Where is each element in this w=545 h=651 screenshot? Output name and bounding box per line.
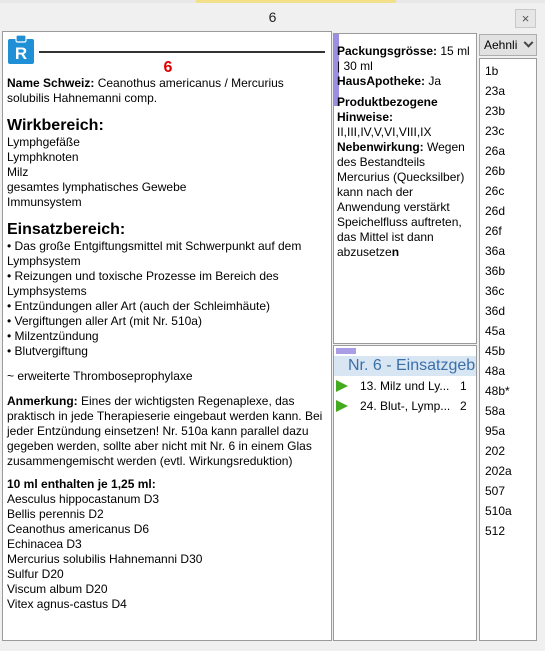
chevron-down-icon: [523, 37, 534, 48]
anmerkung: Anmerkung: Eines der wichtigsten Regenap…: [7, 394, 327, 469]
similar-item[interactable]: 510a: [485, 501, 512, 521]
product-content: Name Schweiz: Ceanothus americanus / Mer…: [7, 76, 327, 612]
similar-item[interactable]: 36c: [485, 281, 504, 301]
list-item-count: 2: [460, 399, 467, 413]
product-info-pane: Packungsgrösse: 15 ml | 30 ml HausApothek…: [333, 33, 477, 344]
einsatz-item: • Reizungen und toxische Prozesse im Ber…: [7, 269, 279, 298]
similar-item[interactable]: 45b: [485, 341, 505, 361]
contains-label: 10 ml enthalten je 1,25 ml:: [7, 477, 156, 491]
neben-value: Wegen des Bestandteils Mercurius (Quecks…: [337, 140, 465, 259]
ingredient-item: Mercurius solubilis Hahnemanni D30: [7, 552, 203, 566]
list-item-label: 13. Milz und Ly...: [360, 379, 450, 393]
wirkbereich-item: gesamtes lymphatisches Gewebe: [7, 180, 187, 194]
einsatz-item: • Das große Entgiftungsmittel mit Schwer…: [7, 239, 302, 268]
similar-item[interactable]: 23b: [485, 101, 505, 121]
haus-label: HausApotheke:: [337, 74, 426, 88]
hinweise-label: Produktbezogene Hinweise:: [337, 95, 438, 124]
product-detail-pane: R 6 Name Schweiz: Ceanothus americanus /…: [2, 31, 332, 641]
haus-value: Ja: [425, 74, 442, 88]
similar-item[interactable]: 1b: [485, 61, 498, 81]
similar-item[interactable]: 58a: [485, 401, 505, 421]
similar-item[interactable]: 202a: [485, 461, 512, 481]
similar-item[interactable]: 26f: [485, 221, 502, 241]
similar-item[interactable]: 45a: [485, 321, 505, 341]
similar-item[interactable]: 48b*: [485, 381, 510, 401]
usage-group-list: Nr. 6 - Einsatzgebiete 13. Milz und Ly..…: [333, 345, 477, 641]
einsatz-item: • Milzentzündung: [7, 329, 99, 343]
list-item[interactable]: 24. Blut-, Lymp... 2: [336, 397, 476, 415]
neben-tail: n: [391, 245, 400, 259]
ingredient-item: Viscum album D20: [7, 582, 108, 596]
einsatz-item: • Vergiftungen aller Art (mit Nr. 510a): [7, 314, 202, 328]
wirkbereich-item: Milz: [7, 165, 29, 179]
similar-item[interactable]: 26a: [485, 141, 505, 161]
similar-item[interactable]: 36d: [485, 301, 505, 321]
similar-products-list: 1b 23a 23b 23c 26a 26b 26c 26d 26f 36a 3…: [479, 58, 537, 641]
close-button[interactable]: ×: [515, 9, 536, 28]
similar-item[interactable]: 23c: [485, 121, 504, 141]
ingredient-item: Ceanothus americanus D6: [7, 522, 150, 536]
similar-dropdown-value: Aehnli: [484, 38, 518, 52]
hinweise-value: II,III,IV,V,VI,VIII,IX: [337, 125, 432, 139]
green-play-arrow-icon: [336, 380, 348, 392]
similar-item[interactable]: 507: [485, 481, 505, 501]
similar-item[interactable]: 48a: [485, 361, 505, 381]
bottom-strip: [0, 641, 545, 651]
name-label: Name Schweiz:: [7, 76, 95, 90]
name-line: Name Schweiz: Ceanothus americanus / Mer…: [7, 76, 327, 106]
ingredient-item: Vitex agnus-castus D4: [7, 597, 127, 611]
similar-item[interactable]: 512: [485, 521, 505, 541]
close-icon: ×: [521, 11, 530, 26]
thrombose-note: ~ erweiterte Thromboseprophylaxe: [7, 369, 193, 383]
einsatz-item: • Blutvergiftung: [7, 344, 88, 358]
hinweise: Produktbezogene Hinweise: II,III,IV,V,VI,…: [337, 95, 475, 260]
list-item-count: 1: [460, 379, 467, 393]
similar-item[interactable]: 36a: [485, 241, 505, 261]
ingredient-item: Echinacea D3: [7, 537, 82, 551]
similar-item[interactable]: 202: [485, 441, 505, 461]
wirkbereich-heading: Wirkbereich:: [7, 117, 104, 134]
product-number: 6: [163, 59, 173, 76]
similar-item[interactable]: 95a: [485, 421, 505, 441]
ingredient-item: Aesculus hippocastanum D3: [7, 492, 160, 506]
einsatz-item: • Entzündungen aller Art (auch der Schle…: [7, 299, 271, 313]
pack-size: Packungsgrösse: 15 ml | 30 ml HausApothek…: [337, 44, 475, 89]
similar-item[interactable]: 36b: [485, 261, 505, 281]
ingredient-item: Sulfur D20: [7, 567, 64, 581]
anmerkung-label: Anmerkung:: [7, 394, 78, 408]
list-item[interactable]: 13. Milz und Ly... 1: [336, 377, 476, 395]
group-header[interactable]: Nr. 6 - Einsatzgebiete: [334, 356, 476, 376]
similar-dropdown[interactable]: Aehnli: [479, 34, 537, 56]
pack-label: Packungsgrösse:: [337, 44, 438, 58]
ingredient-item: Bellis perennis D2: [7, 507, 104, 521]
title-bar: 6 ×: [0, 3, 545, 31]
wirkbereich-item: Immunsystem: [7, 195, 82, 209]
neben-label: Nebenwirkung:: [337, 140, 424, 154]
einsatz-heading: Einsatzbereich:: [7, 221, 126, 238]
green-play-arrow-icon: [336, 400, 348, 412]
similar-item[interactable]: 26c: [485, 181, 504, 201]
scroll-stub: [336, 348, 356, 354]
similar-item[interactable]: 26d: [485, 201, 505, 221]
window-title: 6: [268, 9, 277, 25]
product-info-text: Packungsgrösse: 15 ml | 30 ml HausApothek…: [337, 44, 475, 266]
list-item-label: 24. Blut-, Lymp...: [360, 399, 451, 413]
similar-item[interactable]: 26b: [485, 161, 505, 181]
header-rule: [39, 51, 325, 53]
wirkbereich-item: Lymphgefäße: [7, 135, 80, 149]
similar-item[interactable]: 23a: [485, 81, 505, 101]
wirkbereich-item: Lymphknoten: [7, 150, 79, 164]
